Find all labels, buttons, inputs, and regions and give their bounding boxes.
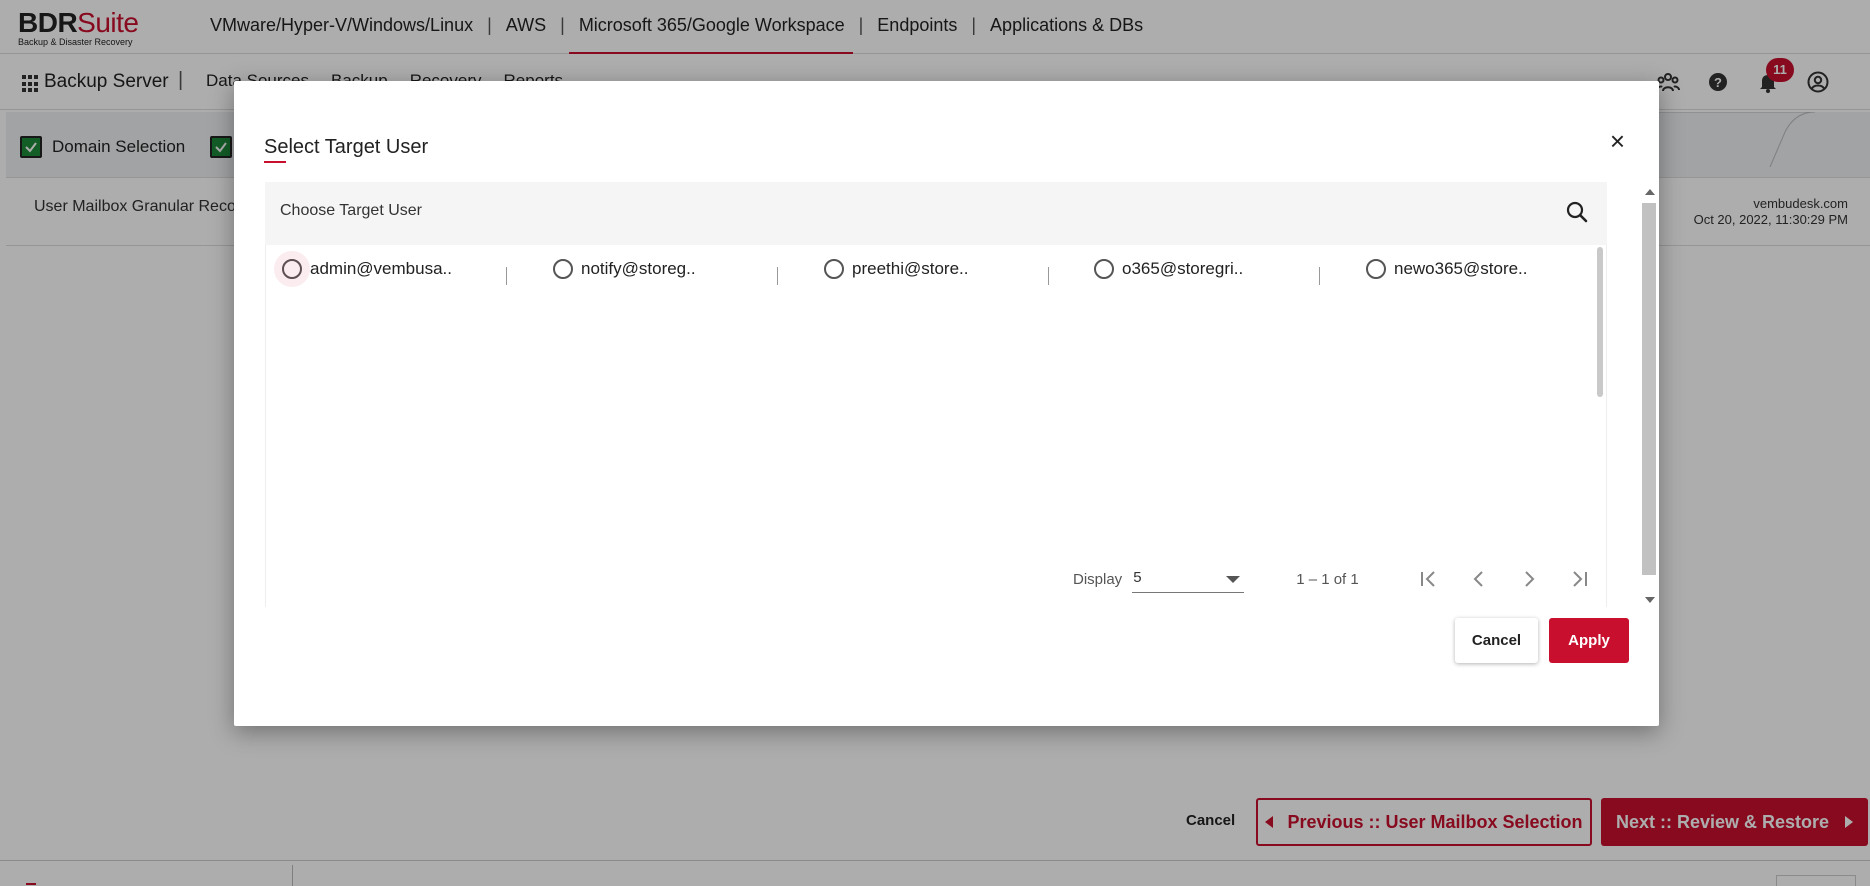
user-option[interactable]: preethi@store.. (824, 259, 968, 279)
page-size-value: 5 (1133, 569, 1142, 586)
user-email: newo365@store.. (1394, 259, 1528, 278)
search-input[interactable]: Choose Target User (280, 202, 422, 220)
user-email: preethi@store.. (852, 259, 969, 278)
user-email: notify@storeg.. (581, 259, 696, 278)
page-range: 1 – 1 of 1 (1296, 570, 1359, 588)
last-page-icon[interactable] (1567, 567, 1591, 591)
page-nav (1417, 567, 1591, 591)
dialog-scrollbar-thumb[interactable] (1642, 203, 1656, 575)
radio-button[interactable] (1094, 259, 1114, 279)
user-option[interactable]: notify@storeg.. (553, 259, 696, 279)
next-page-icon[interactable] (1517, 567, 1541, 591)
radio-button[interactable] (1366, 259, 1386, 279)
column-divider (506, 267, 507, 285)
user-list: admin@vembusa.. notify@storeg.. preethi@… (265, 245, 1607, 607)
chevron-down-icon (1226, 576, 1241, 583)
apply-button[interactable]: Apply (1549, 618, 1629, 663)
user-option[interactable]: o365@storegri.. (1094, 259, 1243, 279)
column-divider (777, 267, 778, 285)
scroll-up-icon[interactable] (1645, 189, 1655, 195)
dialog-scrollbar[interactable] (1641, 185, 1657, 605)
title-underline (264, 161, 286, 163)
previous-page-icon[interactable] (1467, 567, 1491, 591)
radio-button[interactable] (274, 251, 310, 287)
target-user-search[interactable]: Choose Target User (265, 182, 1607, 245)
list-scrollbar[interactable] (1596, 245, 1604, 605)
select-target-user-dialog: Select Target User × Choose Target User … (234, 81, 1659, 726)
cancel-button[interactable]: Cancel (1455, 618, 1538, 663)
column-divider (1048, 267, 1049, 285)
dialog-title: Select Target User (264, 136, 429, 158)
user-email: o365@storegri.. (1122, 259, 1244, 278)
radio-button[interactable] (553, 259, 573, 279)
close-icon[interactable]: × (1610, 128, 1625, 154)
scroll-down-icon[interactable] (1645, 597, 1655, 603)
search-icon[interactable] (1565, 200, 1589, 229)
user-email: admin@vembusa.. (310, 259, 452, 278)
list-scrollbar-thumb[interactable] (1597, 247, 1603, 397)
display-label: Display (1073, 570, 1123, 588)
column-divider (1319, 267, 1320, 285)
first-page-icon[interactable] (1417, 567, 1441, 591)
page-size-select[interactable]: 5 (1132, 565, 1245, 593)
user-option[interactable]: newo365@store.. (1366, 259, 1528, 279)
user-option[interactable]: admin@vembusa.. (274, 251, 452, 287)
pagination: Display 5 1 – 1 of 1 (1073, 565, 1591, 593)
radio-button[interactable] (824, 259, 844, 279)
